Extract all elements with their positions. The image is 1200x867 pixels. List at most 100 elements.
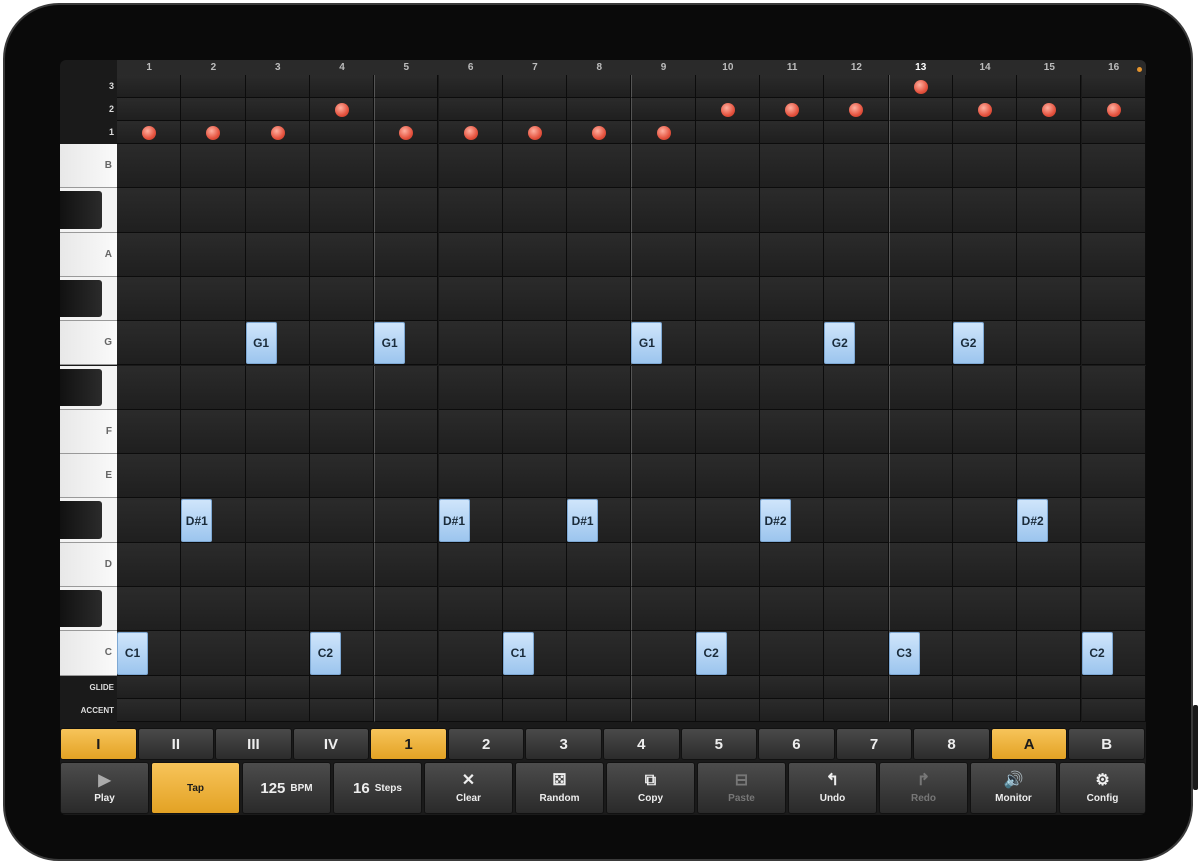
grid-cell[interactable] bbox=[117, 542, 182, 587]
grid-cell[interactable] bbox=[245, 542, 310, 587]
grid-cell[interactable] bbox=[117, 188, 182, 233]
selector-iv[interactable]: IV bbox=[292, 728, 370, 760]
undo-button[interactable]: ↰ Undo bbox=[788, 762, 877, 814]
grid-cell[interactable] bbox=[760, 542, 825, 587]
grid-cell[interactable] bbox=[695, 454, 760, 499]
bpm-button[interactable]: 125 BPM bbox=[242, 762, 331, 814]
config-button[interactable]: ⚙ Config bbox=[1059, 762, 1146, 814]
octave-dot[interactable] bbox=[849, 102, 864, 117]
grid-cell[interactable] bbox=[760, 321, 825, 366]
grid-cell[interactable] bbox=[824, 587, 889, 632]
grid-cell[interactable] bbox=[502, 188, 568, 233]
note-block[interactable]: D#1 bbox=[438, 499, 470, 542]
accent-cell[interactable] bbox=[309, 698, 375, 722]
grid-cell[interactable] bbox=[502, 232, 568, 277]
grid-cell[interactable] bbox=[374, 498, 439, 543]
note-block[interactable]: G1 bbox=[245, 322, 277, 365]
grid-cell[interactable] bbox=[1081, 587, 1146, 632]
grid-cell[interactable] bbox=[695, 144, 760, 189]
octave-dot[interactable] bbox=[656, 125, 671, 140]
grid-cell[interactable] bbox=[760, 409, 825, 455]
glide-cell[interactable] bbox=[309, 675, 375, 699]
octave-cell[interactable] bbox=[502, 75, 568, 98]
grid-cell[interactable] bbox=[631, 276, 696, 322]
play-button[interactable]: ▶ Play bbox=[60, 762, 149, 814]
grid-cell[interactable] bbox=[952, 587, 1018, 632]
octave-dot[interactable] bbox=[463, 125, 478, 140]
note-block[interactable]: C2 bbox=[695, 632, 727, 675]
tap-button[interactable]: Tap bbox=[151, 762, 240, 814]
grid-cell[interactable] bbox=[374, 587, 439, 632]
grid-cell[interactable] bbox=[631, 188, 696, 233]
grid-cell[interactable] bbox=[952, 454, 1018, 499]
note-block[interactable]: C1 bbox=[117, 632, 148, 675]
octave-cell[interactable] bbox=[824, 75, 889, 98]
grid-cell[interactable] bbox=[502, 321, 568, 366]
accent-cell[interactable] bbox=[245, 698, 310, 722]
grid-cell[interactable] bbox=[567, 365, 632, 410]
note-block[interactable]: C2 bbox=[309, 632, 341, 675]
octave-cell[interactable] bbox=[117, 75, 182, 98]
octave-cell[interactable] bbox=[824, 121, 889, 144]
octave-cell[interactable] bbox=[695, 121, 760, 144]
grid-cell[interactable] bbox=[181, 587, 246, 632]
octave-cell[interactable] bbox=[438, 75, 503, 98]
grid-cell[interactable] bbox=[760, 188, 825, 233]
grid-cell[interactable] bbox=[631, 542, 696, 587]
grid-cell[interactable] bbox=[438, 188, 503, 233]
grid-cell[interactable] bbox=[438, 276, 503, 322]
selector-a[interactable]: A bbox=[990, 728, 1068, 760]
accent-cell[interactable] bbox=[1081, 698, 1146, 722]
grid-cell[interactable] bbox=[1081, 542, 1146, 587]
piano-key-b[interactable]: B bbox=[60, 144, 117, 189]
glide-cell[interactable] bbox=[1081, 675, 1146, 699]
grid-cell[interactable] bbox=[824, 188, 889, 233]
grid-cell[interactable] bbox=[1081, 365, 1146, 410]
octave-dot[interactable] bbox=[142, 125, 157, 140]
grid-cell[interactable] bbox=[245, 498, 310, 543]
grid-cell[interactable] bbox=[438, 232, 503, 277]
grid-cell[interactable] bbox=[374, 631, 439, 676]
grid-cell[interactable] bbox=[1017, 188, 1082, 233]
grid-cell[interactable] bbox=[1081, 409, 1146, 455]
glide-cell[interactable] bbox=[117, 675, 182, 699]
selector-ii[interactable]: II bbox=[137, 728, 215, 760]
grid-cell[interactable] bbox=[117, 321, 182, 366]
note-block[interactable]: D#1 bbox=[567, 499, 599, 542]
octave-cell[interactable] bbox=[631, 75, 696, 98]
grid-cell[interactable] bbox=[374, 454, 439, 499]
grid-cell[interactable] bbox=[117, 498, 182, 543]
grid-cell[interactable] bbox=[117, 409, 182, 455]
grid-cell[interactable] bbox=[1081, 188, 1146, 233]
grid-cell[interactable] bbox=[438, 321, 503, 366]
grid-cell[interactable] bbox=[181, 188, 246, 233]
grid-cell[interactable] bbox=[952, 232, 1018, 277]
grid-cell[interactable] bbox=[567, 587, 632, 632]
grid-cell[interactable] bbox=[1081, 232, 1146, 277]
grid-cell[interactable] bbox=[245, 409, 310, 455]
selector-7[interactable]: 7 bbox=[835, 728, 913, 760]
grid-cell[interactable] bbox=[181, 321, 246, 366]
grid-cell[interactable] bbox=[245, 454, 310, 499]
grid-cell[interactable] bbox=[631, 232, 696, 277]
grid-cell[interactable] bbox=[824, 144, 889, 189]
grid-cell[interactable] bbox=[502, 454, 568, 499]
octave-dot[interactable] bbox=[978, 102, 993, 117]
note-block[interactable]: C3 bbox=[888, 632, 920, 675]
octave-cell[interactable] bbox=[309, 75, 375, 98]
grid-cell[interactable] bbox=[695, 276, 760, 322]
redo-button[interactable]: ↱ Redo bbox=[879, 762, 968, 814]
grid-cell[interactable] bbox=[567, 321, 632, 366]
grid-cell[interactable] bbox=[245, 232, 310, 277]
grid-cell[interactable] bbox=[824, 409, 889, 455]
grid-cell[interactable] bbox=[309, 144, 375, 189]
octave-cell[interactable] bbox=[952, 75, 1018, 98]
octave-cell[interactable] bbox=[245, 75, 310, 98]
grid-cell[interactable] bbox=[309, 587, 375, 632]
glide-cell[interactable] bbox=[181, 675, 246, 699]
accent-cell[interactable] bbox=[1017, 698, 1082, 722]
grid-cell[interactable] bbox=[695, 365, 760, 410]
grid-cell[interactable] bbox=[245, 188, 310, 233]
accent-cell[interactable] bbox=[695, 698, 760, 722]
selector-i[interactable]: I bbox=[60, 728, 137, 760]
